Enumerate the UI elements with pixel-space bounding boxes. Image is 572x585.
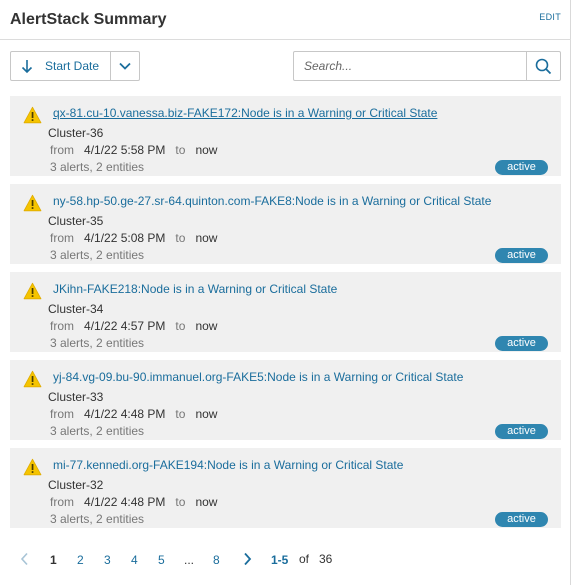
alert-cluster: Cluster-33 bbox=[48, 390, 104, 404]
from-time: 4/1/22 4:48 PM bbox=[84, 407, 166, 421]
warning-triangle-icon bbox=[23, 106, 42, 124]
to-time: now bbox=[195, 143, 218, 157]
search-box bbox=[293, 51, 561, 81]
page-range: 1-5 bbox=[271, 553, 289, 567]
alert-cluster: Cluster-35 bbox=[48, 214, 104, 228]
status-badge: active bbox=[495, 336, 548, 351]
alert-counts: 3 alerts, 2 entities bbox=[50, 160, 145, 174]
chevron-left-icon[interactable] bbox=[20, 552, 29, 566]
alert-counts: 3 alerts, 2 entities bbox=[50, 424, 145, 438]
chevron-right-icon[interactable] bbox=[243, 552, 252, 566]
from-time: 4/1/22 4:48 PM bbox=[84, 495, 166, 509]
search-button[interactable] bbox=[526, 52, 560, 80]
alert-timeline: from 4/1/22 4:48 PM to now bbox=[50, 407, 217, 421]
from-time: 4/1/22 5:58 PM bbox=[84, 143, 166, 157]
from-label: from bbox=[50, 407, 74, 421]
warning-triangle-icon bbox=[23, 282, 42, 300]
sort-direction-toggle[interactable]: Start Date bbox=[11, 52, 110, 80]
sort-label: Start Date bbox=[45, 59, 100, 73]
alert-timeline: from 4/1/22 5:58 PM to now bbox=[50, 143, 217, 157]
edit-link[interactable]: EDIT bbox=[539, 12, 561, 22]
page-4[interactable]: 4 bbox=[131, 553, 138, 567]
sort-dropdown-toggle[interactable] bbox=[110, 52, 139, 80]
pagination: 1 2 3 4 5 ... 8 1-5 of 36 bbox=[0, 551, 571, 571]
from-label: from bbox=[50, 231, 74, 245]
to-label: to bbox=[175, 495, 186, 509]
alertstack-summary-widget: AlertStack Summary EDIT Start Date Searc… bbox=[0, 0, 571, 585]
alert-card[interactable]: JKihn-FAKE218:Node is in a Warning or Cr… bbox=[10, 272, 561, 352]
alert-list: qx-81.cu-10.vanessa.biz-FAKE172:Node is … bbox=[10, 96, 561, 536]
of-label: of bbox=[299, 552, 310, 566]
widget-title: AlertStack Summary bbox=[10, 11, 167, 28]
to-time: now bbox=[195, 319, 218, 333]
to-time: now bbox=[195, 407, 218, 421]
search-input[interactable] bbox=[294, 52, 528, 80]
to-label: to bbox=[175, 231, 186, 245]
alert-cluster: Cluster-34 bbox=[48, 302, 104, 316]
status-badge: active bbox=[495, 424, 548, 439]
to-label: to bbox=[175, 319, 186, 333]
to-time: now bbox=[195, 231, 218, 245]
status-badge: active bbox=[495, 248, 548, 263]
page-2[interactable]: 2 bbox=[77, 553, 84, 567]
status-badge: active bbox=[495, 512, 548, 527]
alert-name-link[interactable]: ny-58.hp-50.ge-27.sr-64.quinton.com-FAKE… bbox=[53, 194, 491, 208]
alert-cluster: Cluster-36 bbox=[48, 126, 104, 140]
status-badge: active bbox=[495, 160, 548, 175]
page-8[interactable]: 8 bbox=[213, 553, 220, 567]
warning-triangle-icon bbox=[23, 194, 42, 212]
from-label: from bbox=[50, 495, 74, 509]
alert-name-link[interactable]: qx-81.cu-10.vanessa.biz-FAKE172:Node is … bbox=[53, 106, 437, 120]
alert-name-link[interactable]: JKihn-FAKE218:Node is in a Warning or Cr… bbox=[53, 282, 337, 296]
from-time: 4/1/22 5:08 PM bbox=[84, 231, 166, 245]
alert-card[interactable]: ny-58.hp-50.ge-27.sr-64.quinton.com-FAKE… bbox=[10, 184, 561, 264]
to-time: now bbox=[195, 495, 218, 509]
alert-cluster: Cluster-32 bbox=[48, 478, 104, 492]
alert-timeline: from 4/1/22 4:48 PM to now bbox=[50, 495, 217, 509]
toolbar: Start Date bbox=[0, 40, 571, 90]
alert-card[interactable]: yj-84.vg-09.bu-90.immanuel.org-FAKE5:Nod… bbox=[10, 360, 561, 440]
to-label: to bbox=[175, 143, 186, 157]
alert-name-link[interactable]: mi-77.kennedi.org-FAKE194:Node is in a W… bbox=[53, 458, 403, 472]
arrow-down-icon bbox=[21, 60, 33, 74]
from-time: 4/1/22 4:57 PM bbox=[84, 319, 166, 333]
from-label: from bbox=[50, 143, 74, 157]
total-count: 36 bbox=[319, 552, 333, 566]
to-label: to bbox=[175, 407, 186, 421]
alert-counts: 3 alerts, 2 entities bbox=[50, 336, 145, 350]
alert-timeline: from 4/1/22 5:08 PM to now bbox=[50, 231, 217, 245]
search-icon bbox=[535, 58, 552, 74]
alert-counts: 3 alerts, 2 entities bbox=[50, 512, 145, 526]
alert-card[interactable]: qx-81.cu-10.vanessa.biz-FAKE172:Node is … bbox=[10, 96, 561, 176]
from-label: from bbox=[50, 319, 74, 333]
page-1[interactable]: 1 bbox=[50, 553, 57, 567]
sort-button[interactable]: Start Date bbox=[10, 51, 140, 81]
page-ellipsis: ... bbox=[184, 553, 195, 567]
page-3[interactable]: 3 bbox=[104, 553, 111, 567]
alert-name-link[interactable]: yj-84.vg-09.bu-90.immanuel.org-FAKE5:Nod… bbox=[53, 370, 463, 384]
alert-timeline: from 4/1/22 4:57 PM to now bbox=[50, 319, 217, 333]
warning-triangle-icon bbox=[23, 370, 42, 388]
alert-counts: 3 alerts, 2 entities bbox=[50, 248, 145, 262]
warning-triangle-icon bbox=[23, 458, 42, 476]
alert-card[interactable]: mi-77.kennedi.org-FAKE194:Node is in a W… bbox=[10, 448, 561, 528]
chevron-down-icon bbox=[119, 62, 131, 70]
page-5[interactable]: 5 bbox=[158, 553, 165, 567]
widget-header: AlertStack Summary EDIT bbox=[0, 0, 571, 40]
